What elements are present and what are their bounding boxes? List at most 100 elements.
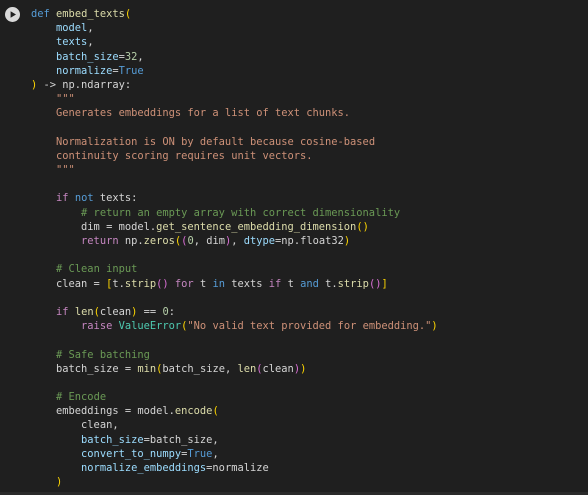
code-line: # Clean input: [31, 262, 588, 276]
code-token: strip: [337, 277, 369, 290]
code-token: ,: [231, 235, 244, 247]
code-token: ]: [381, 277, 388, 290]
code-token: not: [74, 192, 94, 205]
code-token: ): [300, 362, 307, 375]
code-token: """: [56, 93, 75, 106]
code-token: 32: [124, 50, 138, 63]
code-token: batch_size: [56, 50, 119, 63]
code-token: Generates embeddings for a list of text …: [56, 107, 351, 120]
code-token: Normalization is ON by default because c…: [56, 135, 376, 148]
code-token: ,: [87, 22, 94, 35]
code-token: ,: [137, 50, 144, 63]
code-line: continuity scoring requires unit vectors…: [31, 149, 588, 163]
code-token: # Safe batching: [56, 348, 150, 361]
code-token: # Clean input: [56, 263, 138, 276]
code-token: ==: [137, 305, 163, 318]
code-token: encode: [174, 405, 213, 418]
code-line: return np.zeros((0, dim), dtype=np.float…: [31, 234, 588, 248]
code-token: normalize_embeddings: [81, 462, 207, 474]
code-line: dim = model.get_sentence_embedding_dimen…: [31, 220, 588, 234]
code-token: np.: [118, 235, 144, 247]
code-line: ): [31, 475, 588, 489]
code-token: t.: [318, 277, 338, 290]
code-line: Normalization is ON by default because c…: [31, 135, 588, 149]
code-line: clean,: [31, 418, 588, 432]
code-token: ValueError: [118, 320, 182, 333]
code-token: =normalize: [206, 462, 269, 474]
code-line: texts,: [31, 35, 588, 49]
code-cell[interactable]: def embed_texts( model, texts, batch_siz…: [0, 0, 588, 495]
code-token: , dim: [193, 235, 225, 247]
code-token: """: [56, 164, 75, 177]
code-token: if: [56, 305, 69, 318]
code-token: dtype: [243, 235, 276, 247]
code-token: texts: [225, 277, 269, 290]
code-line: batch_size=32,: [31, 50, 588, 64]
code-token: (): [356, 220, 369, 233]
code-token: normalize: [56, 64, 113, 77]
code-token: (): [156, 277, 169, 290]
code-token: -> np.ndarray:: [37, 78, 132, 91]
code-token: embeddings = model.: [31, 405, 175, 418]
code-token: if: [268, 277, 282, 290]
code-line: raise ValueError("No valid text provided…: [31, 319, 588, 333]
code-token: embed_texts: [56, 8, 125, 20]
code-line: Generates embeddings for a list of text …: [31, 106, 588, 120]
code-line: convert_to_numpy=True,: [31, 447, 588, 461]
code-editor[interactable]: def embed_texts( model, texts, batch_siz…: [31, 7, 588, 489]
code-token: ): [343, 235, 351, 247]
code-token: (: [124, 8, 132, 20]
code-token: # return an empty array with correct dim…: [81, 206, 401, 219]
code-token: =batch_size,: [143, 433, 219, 446]
code-line: if len(clean) == 0:: [31, 305, 588, 319]
code-line: """: [31, 163, 588, 177]
code-line: embeddings = model.encode(: [31, 404, 588, 418]
code-token: strip: [124, 277, 157, 290]
code-token: ,: [212, 447, 219, 460]
play-icon: [10, 11, 16, 18]
code-token: clean,: [31, 419, 119, 432]
code-token: :: [168, 305, 175, 318]
code-token: zeros: [143, 235, 175, 247]
code-token: get_sentence_embedding_dimension: [156, 220, 357, 233]
code-token: clean =: [31, 277, 107, 290]
code-token: (): [368, 277, 382, 290]
code-token: batch_size,: [162, 362, 238, 375]
code-line: batch_size = min(batch_size, len(clean)): [31, 362, 588, 376]
code-line: """: [31, 92, 588, 106]
code-token: convert_to_numpy: [81, 447, 182, 460]
code-line: # Safe batching: [31, 348, 588, 362]
run-cell-button[interactable]: [5, 7, 20, 22]
code-token: return: [81, 235, 119, 247]
code-line: # return an empty array with correct dim…: [31, 206, 588, 220]
code-token: and: [300, 277, 319, 290]
code-token: texts:: [93, 192, 138, 205]
code-token: len: [74, 305, 94, 318]
code-token: "No valid text provided for embedding.": [187, 320, 432, 333]
code-line: normalize_embeddings=normalize: [31, 461, 588, 475]
code-line: clean = [t.strip() for t in texts if t a…: [31, 277, 588, 291]
code-token: True: [118, 64, 144, 77]
code-token: len: [237, 362, 257, 375]
